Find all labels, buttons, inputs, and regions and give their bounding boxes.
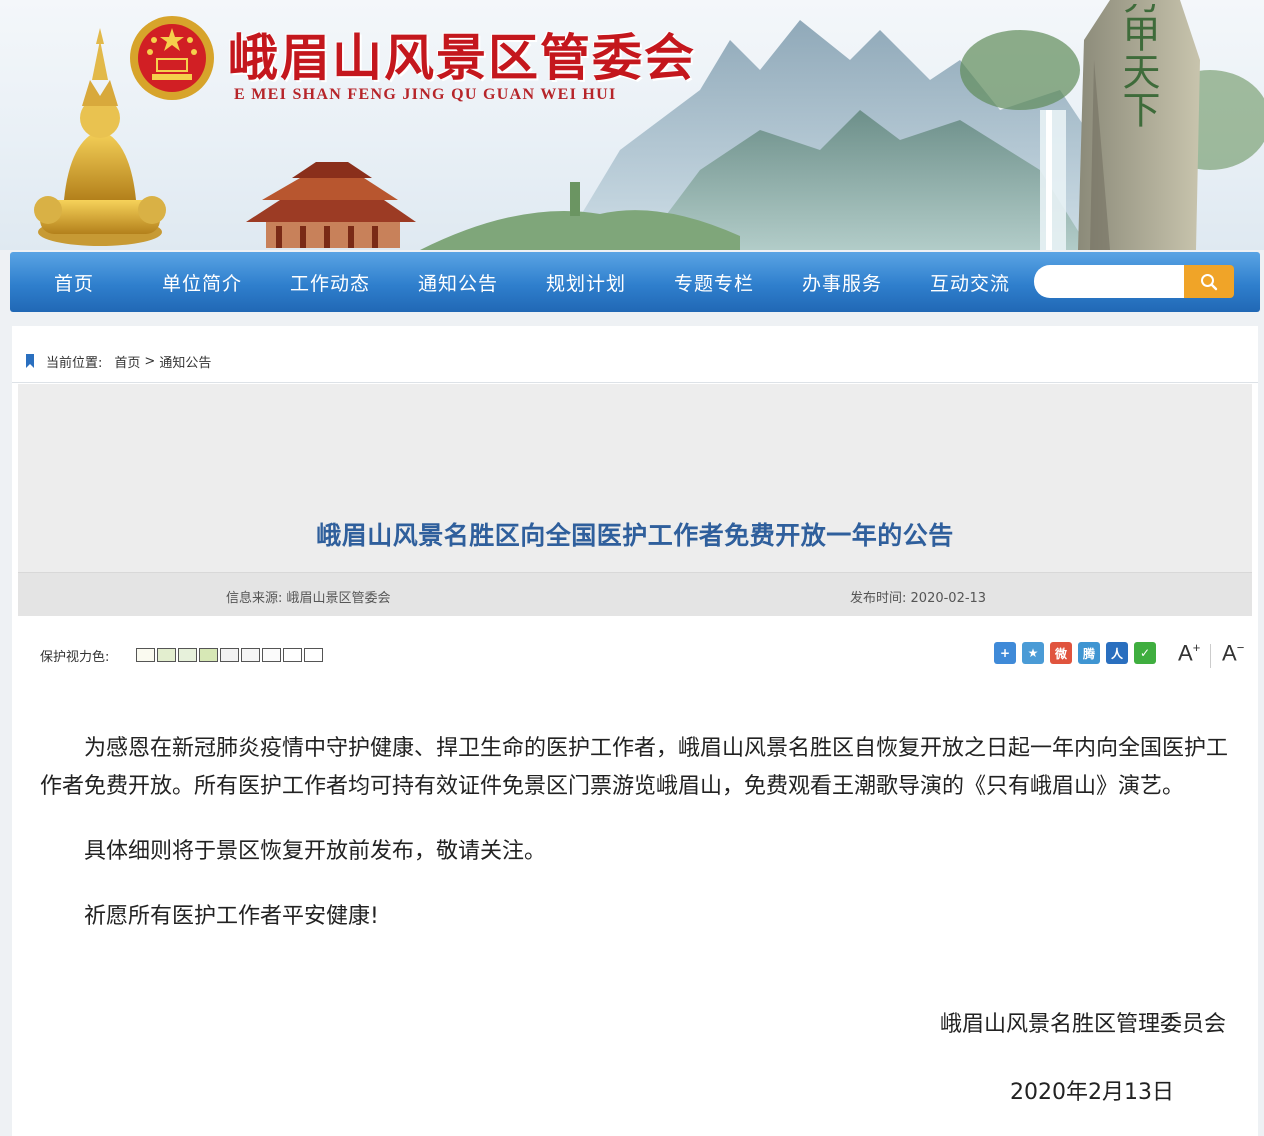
breadcrumb-current-link[interactable]: 通知公告 <box>159 352 211 371</box>
article-signature: 峨眉山风景名胜区管理委员会 <box>939 1012 1226 1037</box>
article-paragraph: 为感恩在新冠肺炎疫情中守护健康、捍卫生命的医护工作者，峨眉山风景名胜区自恢复开放… <box>40 736 1229 799</box>
eye-care-swatch[interactable] <box>220 648 239 662</box>
breadcrumb-label: 当前位置: <box>46 355 103 371</box>
search-button[interactable] <box>1184 265 1234 298</box>
eye-care-swatch[interactable] <box>178 648 197 662</box>
breadcrumb: 当前位置: 首页 > 通知公告 <box>26 350 215 372</box>
national-emblem-icon <box>130 16 214 100</box>
nav-item-home[interactable]: 首页 <box>10 269 138 296</box>
calligraphy-inscription: 秀甲天下 <box>1116 4 1160 128</box>
source-value: 峨眉山景区管委会 <box>286 591 391 606</box>
article-tools: 保护视力色: + ★ 微腾人 ✓ A+ A− <box>12 640 1258 670</box>
header-banner: 峨眉山风景区管委会 E MEI SHAN FENG JING QU GUAN W… <box>0 0 1264 250</box>
date-value: 2020-02-13 <box>910 591 987 606</box>
article-source: 信息来源: 峨眉山景区管委会 <box>226 587 391 606</box>
font-increase-button[interactable]: A+ <box>1178 640 1200 666</box>
eye-care-swatch[interactable] <box>304 648 323 662</box>
qzone-share-icon[interactable]: + <box>994 642 1016 664</box>
font-decrease-button[interactable]: A− <box>1222 640 1244 666</box>
nav-item-notices[interactable]: 通知公告 <box>394 269 522 296</box>
eye-care-swatch[interactable] <box>157 648 176 662</box>
eye-care-swatch[interactable] <box>283 648 302 662</box>
breadcrumb-home-link[interactable]: 首页 <box>114 352 140 371</box>
date-label: 发布时间: <box>850 591 907 606</box>
main-nav: 首页 单位简介 工作动态 通知公告 规划计划 专题专栏 办事服务 互动交流 <box>10 252 1260 312</box>
article-meta: 信息来源: 峨眉山景区管委会 发布时间: 2020-02-13 <box>18 572 1252 616</box>
renren-share-icon[interactable]: 人 <box>1106 642 1128 664</box>
nav-item-services[interactable]: 办事服务 <box>778 269 906 296</box>
share-icons: + ★ 微腾人 ✓ <box>994 642 1156 664</box>
search-input[interactable] <box>1034 265 1184 298</box>
site-subtitle: E MEI SHAN FENG JING QU GUAN WEI HUI <box>234 86 617 103</box>
qq-share-icon[interactable]: ★ <box>1022 642 1044 664</box>
article-paragraph: 祈愿所有医护工作者平安健康! <box>84 904 379 929</box>
wechat-share-icon[interactable]: ✓ <box>1134 642 1156 664</box>
eye-care-swatch[interactable] <box>199 648 218 662</box>
tencent-weibo-share-icon[interactable]: 腾 <box>1078 642 1100 664</box>
nav-item-about[interactable]: 单位简介 <box>138 269 266 296</box>
bookmark-icon <box>26 354 34 368</box>
nav-item-work-news[interactable]: 工作动态 <box>266 269 394 296</box>
svg-text:秀甲天下: 秀甲天下 <box>1116 4 1160 128</box>
article-body: 为感恩在新冠肺炎疫情中守护健康、捍卫生命的医护工作者，峨眉山风景名胜区自恢复开放… <box>40 730 1230 963</box>
magnifier-icon <box>1201 273 1218 290</box>
eye-care-swatches <box>136 648 323 662</box>
article-header: 峨眉山风景名胜区向全国医护工作者免费开放一年的公告 信息来源: 峨眉山景区管委会… <box>18 384 1252 616</box>
weibo-share-icon[interactable]: 微 <box>1050 642 1072 664</box>
article-sign-date: 2020年2月13日 <box>1010 1080 1174 1105</box>
content-panel: 当前位置: 首页 > 通知公告 峨眉山风景名胜区向全国医护工作者免费开放一年的公… <box>12 326 1258 1136</box>
nav-item-interaction[interactable]: 互动交流 <box>906 269 1034 296</box>
article-date: 发布时间: 2020-02-13 <box>850 587 986 606</box>
eye-care-swatch[interactable] <box>136 648 155 662</box>
tool-separator <box>1210 644 1211 668</box>
eye-care-swatch[interactable] <box>241 648 260 662</box>
divider <box>12 382 1258 383</box>
eye-care-color-label: 保护视力色: <box>40 650 110 665</box>
article-title: 峨眉山风景名胜区向全国医护工作者免费开放一年的公告 <box>316 521 954 550</box>
breadcrumb-separator: > <box>144 353 156 369</box>
source-label: 信息来源: <box>226 591 283 606</box>
nav-item-topics[interactable]: 专题专栏 <box>650 269 778 296</box>
eye-care-swatch[interactable] <box>262 648 281 662</box>
nav-item-plans[interactable]: 规划计划 <box>522 269 650 296</box>
site-title: 峨眉山风景区管委会 <box>228 28 696 87</box>
article-paragraph: 具体细则将于景区恢复开放前发布，敬请关注。 <box>84 839 547 864</box>
